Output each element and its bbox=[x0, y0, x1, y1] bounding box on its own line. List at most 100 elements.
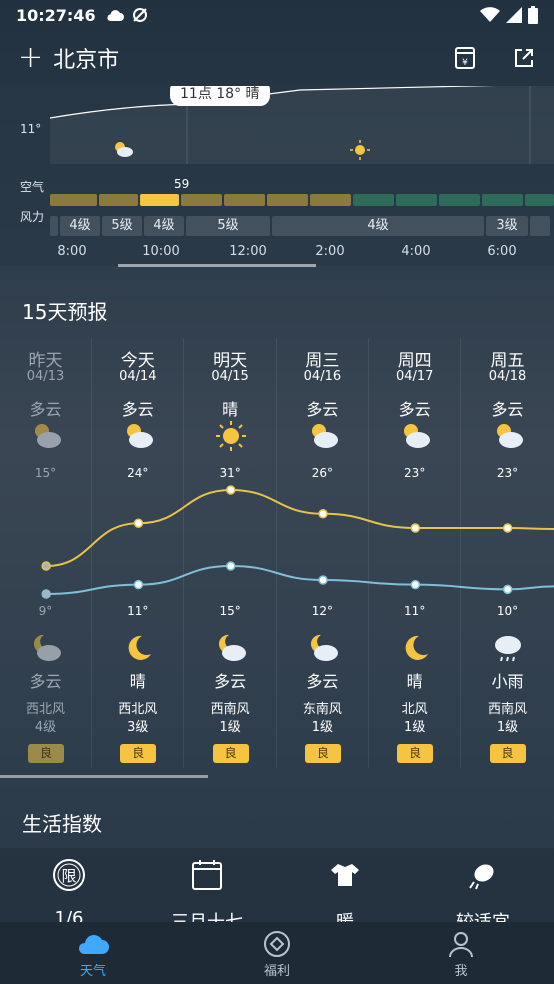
city-title[interactable]: 北京市 bbox=[53, 42, 119, 74]
cloudy-moon-icon bbox=[307, 632, 339, 664]
day-low-temp: 15° bbox=[219, 604, 241, 618]
wind-level: 1级 bbox=[404, 720, 426, 735]
shirt-icon bbox=[331, 864, 359, 886]
day-high-temp: 24° bbox=[127, 466, 149, 480]
tab-label: 天气 bbox=[79, 964, 106, 979]
day-high-temp: 23° bbox=[404, 466, 426, 480]
time-tick: 4:00 bbox=[401, 244, 431, 259]
night-condition: 晴 bbox=[406, 672, 423, 691]
air-label: 空气 bbox=[20, 180, 45, 194]
time-tick: 8:00 bbox=[57, 244, 87, 259]
wind-direction: 西北风 bbox=[118, 702, 158, 717]
sun-icon bbox=[215, 420, 247, 452]
forecast-day-column[interactable]: 今天 04/14 多云 24° 11° 晴西北风 3级良 bbox=[92, 338, 185, 768]
forecast-panel[interactable]: 昨天 04/13 多云 15° 9° 多云 西北风 4级良 今天 04/14 多云 24° 11° 晴西北… bbox=[0, 338, 554, 768]
day-date: 04/14 bbox=[119, 369, 157, 384]
tab-weather[interactable]: 天气 bbox=[38, 928, 148, 979]
cloud-icon bbox=[78, 935, 109, 954]
share-icon[interactable] bbox=[512, 46, 536, 70]
tab-me[interactable]: 我 bbox=[406, 928, 516, 979]
life-item-text: 1/6 bbox=[54, 908, 84, 922]
life-item-clothing[interactable]: 暖 bbox=[276, 858, 414, 922]
day-condition: 多云 bbox=[29, 400, 62, 419]
sync-off-icon bbox=[132, 8, 147, 22]
aqi-badge: 良 bbox=[212, 744, 249, 763]
wind-level: 1级 bbox=[311, 720, 334, 735]
wind-level: 4级 bbox=[34, 720, 57, 735]
forecast-scroll-indicator[interactable] bbox=[0, 775, 208, 778]
rain-cloud-icon bbox=[492, 632, 524, 664]
cloudy-sun-icon bbox=[30, 420, 62, 452]
wind-segment: 4级 bbox=[272, 216, 484, 236]
day-name: 周三 bbox=[305, 351, 340, 371]
night-condition: 多云 bbox=[306, 672, 339, 691]
day-high-temp: 26° bbox=[311, 466, 334, 480]
day-date: 04/13 bbox=[26, 369, 65, 384]
life-item-comfort[interactable]: 较适宜 bbox=[414, 858, 552, 922]
wallet-icon[interactable]: ¥ bbox=[454, 46, 476, 70]
forecast-day-column[interactable]: 昨天 04/13 多云 15° 9° 多云 西北风 4级良 bbox=[0, 338, 92, 768]
wifi-icon bbox=[480, 7, 500, 22]
forecast-day-column[interactable]: 周三 04/16 多云 26° 12° 多云 东南风 1级良 bbox=[277, 338, 369, 768]
wind-segment: 4级 bbox=[144, 216, 184, 236]
status-time: 10:27:46 bbox=[16, 5, 96, 25]
diamond-icon bbox=[264, 931, 290, 957]
time-tick: 12:00 bbox=[229, 244, 267, 259]
day-high-temp: 15° bbox=[34, 466, 57, 480]
day-low-temp: 11° bbox=[127, 604, 149, 618]
night-condition: 多云 bbox=[214, 672, 247, 691]
day-low-temp: 12° bbox=[311, 604, 334, 618]
cloudy-sun-icon bbox=[307, 420, 339, 452]
person-icon bbox=[449, 932, 473, 958]
wind-direction: 东南风 bbox=[302, 702, 342, 717]
life-title: 生活指数 bbox=[22, 812, 102, 836]
night-condition: 晴 bbox=[129, 672, 146, 691]
life-item-calendar[interactable]: 三月十七 bbox=[138, 858, 276, 922]
cloudy-sun-icon bbox=[122, 420, 154, 452]
wind-segment: 5级 bbox=[186, 216, 270, 236]
day-name: 今天 bbox=[120, 351, 155, 371]
day-name: 周五 bbox=[490, 351, 525, 371]
forecast-day-column[interactable]: 周五 04/18 多云 23° 10° 小雨 西南风 1级良 bbox=[462, 338, 554, 768]
candy-icon bbox=[469, 864, 494, 890]
day-condition: 多云 bbox=[398, 400, 431, 419]
tab-welfare[interactable]: 福利 bbox=[222, 928, 332, 979]
day-condition: 多云 bbox=[306, 400, 339, 419]
status-bar: 10:27:46 bbox=[0, 0, 554, 30]
wind-direction: 西南风 bbox=[210, 702, 250, 717]
air-quality-bar bbox=[50, 194, 554, 206]
night-condition: 多云 bbox=[29, 672, 62, 691]
wind-segment: 4级 bbox=[60, 216, 100, 236]
hourly-temp-label: 11° bbox=[20, 122, 42, 136]
cloudy-sun-icon bbox=[492, 420, 524, 452]
forecast-day-column[interactable]: 明天 04/15 晴 31° 15° 多云 西南风 1级良 bbox=[185, 338, 277, 768]
day-name: 周四 bbox=[397, 351, 432, 371]
forecast-day-column[interactable]: 周四 04/17 多云 23° 11° 晴北风 1级良 bbox=[369, 338, 462, 768]
day-condition: 多云 bbox=[121, 400, 154, 419]
wind-direction: 西南风 bbox=[487, 702, 527, 717]
sun-icon bbox=[350, 140, 370, 160]
svg-text:¥: ¥ bbox=[462, 58, 468, 68]
hourly-panel[interactable]: 11点 18° 晴 11° 空气 59 风力 4级 5级 4级 5级 4级 3级… bbox=[0, 86, 554, 266]
cloudy-moon-icon bbox=[215, 632, 247, 664]
day-name: 昨天 bbox=[28, 351, 63, 371]
time-tick: 6:00 bbox=[487, 244, 517, 259]
day-low-temp: 9° bbox=[38, 604, 53, 618]
wind-level: 3级 bbox=[127, 720, 149, 735]
life-item-restriction[interactable]: 限 1/6 bbox=[0, 858, 138, 922]
life-item-text: 暖 bbox=[276, 908, 414, 922]
life-index-panel: 限 1/6 三月十七 暖 较适宜 bbox=[0, 848, 554, 922]
aqi-badge: 良 bbox=[120, 744, 157, 763]
life-item-text: 较适宜 bbox=[414, 908, 552, 922]
tab-label: 我 bbox=[454, 964, 468, 979]
life-item-text: 三月十七 bbox=[138, 908, 276, 922]
add-city-button[interactable]: + bbox=[18, 43, 43, 73]
time-tick: 10:00 bbox=[142, 244, 180, 259]
cloudy-sun-icon bbox=[115, 142, 133, 157]
day-high-temp: 31° bbox=[219, 466, 241, 480]
hourly-scroll-indicator[interactable] bbox=[118, 264, 316, 267]
hourly-temp-area bbox=[49, 86, 554, 164]
day-date: 04/17 bbox=[395, 369, 434, 384]
tab-label: 福利 bbox=[263, 964, 290, 979]
air-value: 59 bbox=[174, 177, 190, 191]
